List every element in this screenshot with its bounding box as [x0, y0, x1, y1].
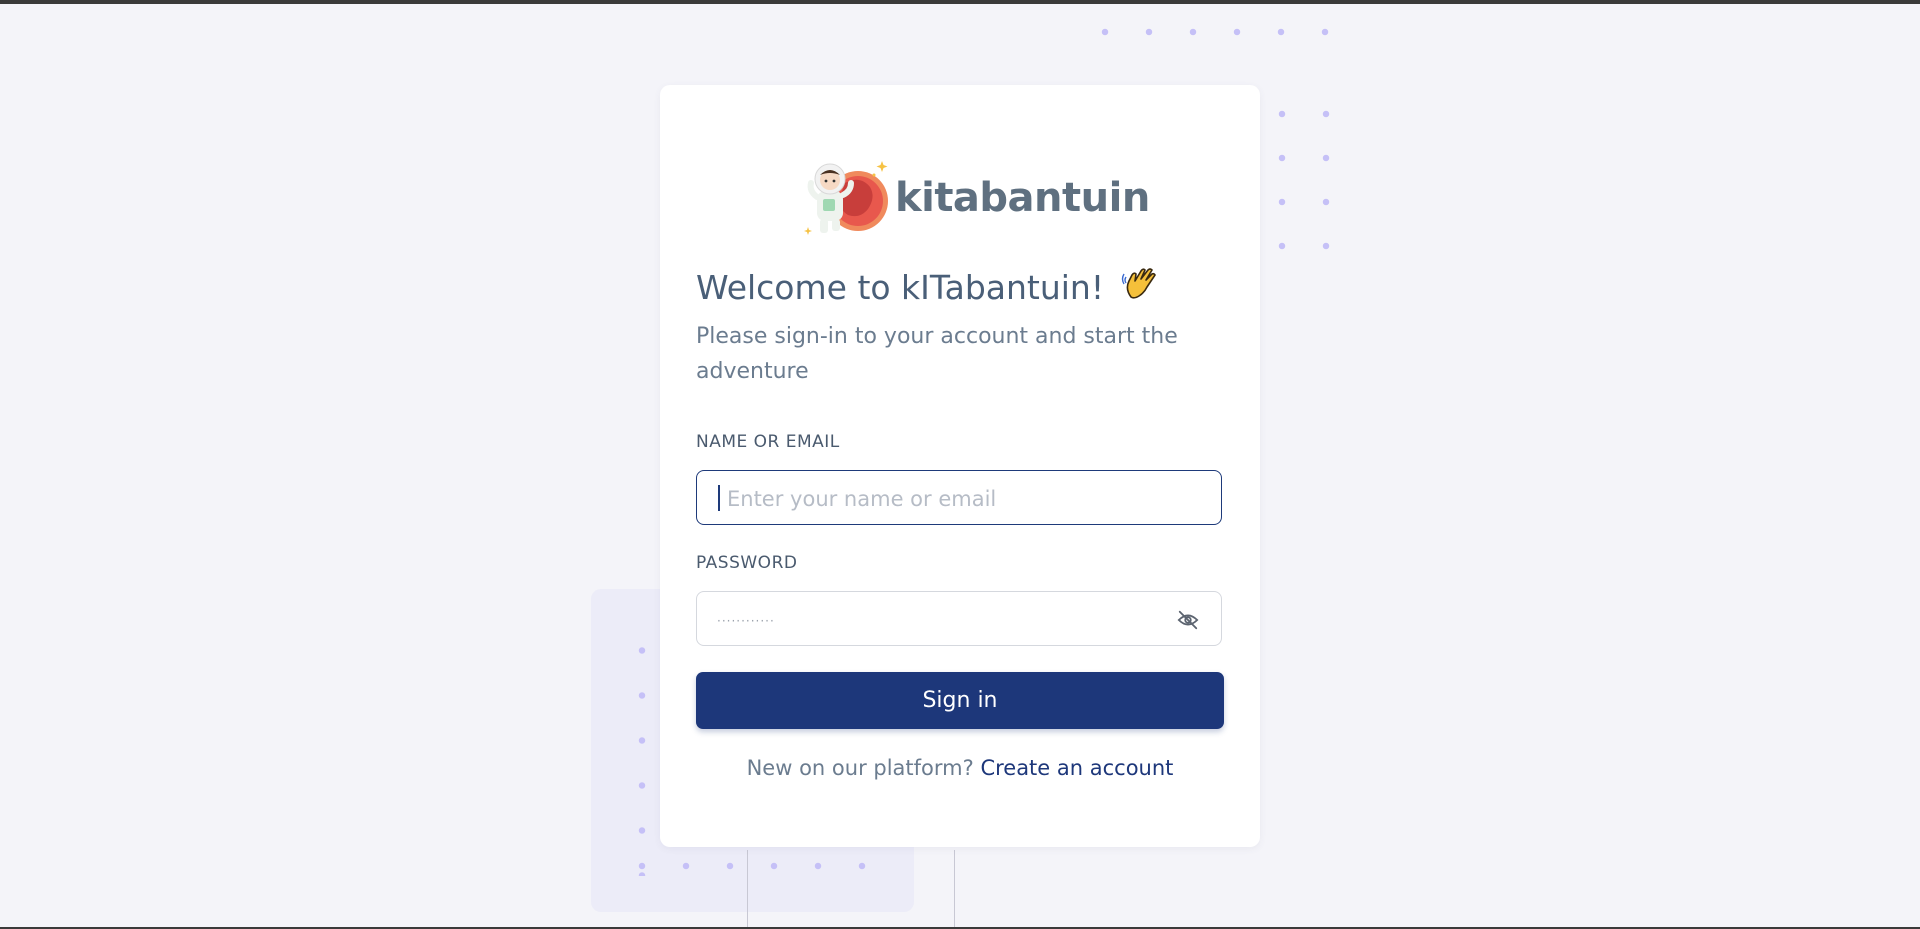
decorative-line	[747, 850, 748, 929]
decorative-dot-grid	[1083, 12, 1347, 56]
create-account-link[interactable]: Create an account	[980, 756, 1173, 780]
welcome-heading: Welcome to kITabantuin!	[696, 267, 1159, 313]
decorative-dot-grid	[620, 854, 884, 878]
email-input[interactable]	[725, 471, 1179, 526]
signup-prompt-text: New on our platform?	[746, 756, 974, 780]
signup-prompt: New on our platform? Create an account	[660, 756, 1260, 780]
email-field-wrapper	[696, 470, 1222, 526]
decorative-dot-grid	[1260, 92, 1348, 258]
sign-in-button[interactable]: Sign in	[696, 672, 1224, 729]
window-top-border	[0, 0, 1920, 4]
welcome-subtitle: Please sign-in to your account and start…	[696, 324, 1178, 384]
eye-off-icon[interactable]	[1177, 609, 1199, 631]
decorative-line	[954, 850, 955, 929]
astronaut-rocket-logo-icon	[800, 153, 895, 243]
email-label: NAME OR EMAIL	[696, 432, 840, 452]
welcome-title: Welcome to kITabantuin!	[696, 268, 1105, 307]
password-label: PASSWORD	[696, 553, 798, 573]
login-card: kitabantuin Welcome to kITabantuin! Plea…	[660, 85, 1260, 847]
text-caret	[718, 485, 720, 511]
waving-hand-icon	[1121, 267, 1159, 313]
brand-name: kitabantuin	[895, 175, 1150, 221]
password-field-wrapper[interactable]: ············	[696, 591, 1222, 646]
brand-logo[interactable]: kitabantuin	[800, 153, 1150, 243]
password-input[interactable]: ············	[717, 614, 775, 628]
